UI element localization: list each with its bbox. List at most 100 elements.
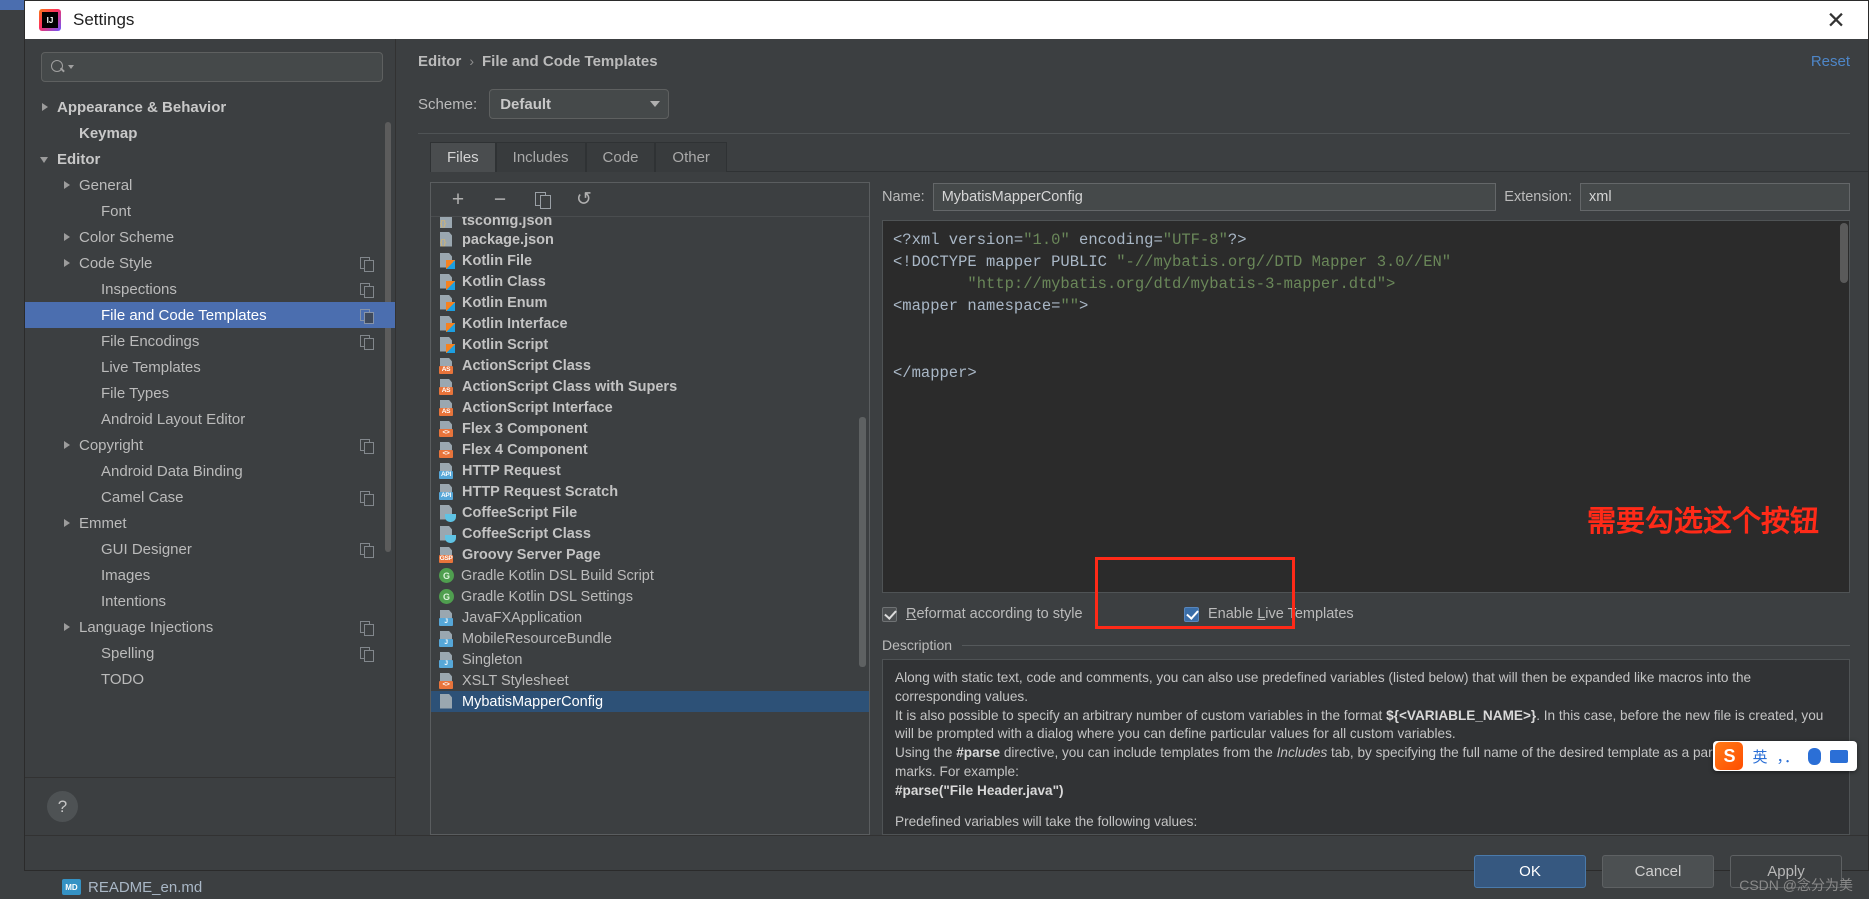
- close-icon[interactable]: ✕: [1814, 2, 1858, 38]
- scheme-selected-value: Default: [500, 95, 552, 113]
- extension-input[interactable]: [1580, 183, 1850, 211]
- sogou-ime-logo-icon: S: [1715, 742, 1744, 770]
- description-paragraph-2: It is also possible to specify an arbitr…: [895, 707, 1837, 745]
- chevron-right-icon[interactable]: [61, 517, 74, 530]
- template-list-item[interactable]: Kotlin Enum: [431, 292, 869, 313]
- sidebar-item-copyright[interactable]: Copyright: [25, 432, 395, 458]
- chevron-right-icon[interactable]: [61, 179, 74, 192]
- template-list-item[interactable]: MybatisMapperConfig: [431, 691, 869, 712]
- search-input[interactable]: [74, 59, 374, 75]
- sidebar-item-label: File Types: [101, 384, 170, 402]
- template-list-item[interactable]: AS ActionScript Class: [431, 355, 869, 376]
- add-template-button[interactable]: +: [447, 188, 469, 211]
- template-list-item[interactable]: Kotlin Interface: [431, 313, 869, 334]
- template-list-item[interactable]: Kotlin Class: [431, 271, 869, 292]
- sidebar-item-emmet[interactable]: Emmet: [25, 510, 395, 536]
- template-list-item[interactable]: AS ActionScript Class with Supers: [431, 376, 869, 397]
- template-list[interactable]: {} tsconfig.json {} package.json Kotlin File…: [431, 217, 869, 834]
- template-list-item[interactable]: Kotlin File: [431, 250, 869, 271]
- tab-files[interactable]: Files: [430, 142, 496, 172]
- template-list-item[interactable]: API HTTP Request Scratch: [431, 481, 869, 502]
- sidebar-item-color-scheme[interactable]: Color Scheme: [25, 224, 395, 250]
- microphone-icon[interactable]: [1808, 747, 1821, 765]
- template-list-item[interactable]: J JavaFXApplication: [431, 607, 869, 628]
- remove-template-button[interactable]: −: [489, 188, 511, 211]
- breadcrumb: Editor › File and Code Templates Reset: [396, 39, 1868, 83]
- template-list-item[interactable]: <> XSLT Stylesheet: [431, 670, 869, 691]
- template-list-item[interactable]: API HTTP Request: [431, 460, 869, 481]
- scheme-row: Scheme: Default: [396, 83, 1868, 125]
- sidebar-item-intentions[interactable]: Intentions: [25, 588, 395, 614]
- tab-label: Includes: [512, 149, 569, 166]
- sidebar-item-font[interactable]: Font: [25, 198, 395, 224]
- sidebar-item-code-style[interactable]: Code Style: [25, 250, 395, 276]
- copy-template-button[interactable]: [531, 189, 553, 211]
- reset-link[interactable]: Reset: [1811, 53, 1850, 70]
- template-list-item[interactable]: CoffeeScript Class: [431, 523, 869, 544]
- code-scrollbar-thumb[interactable]: [1840, 223, 1848, 283]
- template-list-item[interactable]: J Singleton: [431, 649, 869, 670]
- template-list-item[interactable]: {} package.json: [431, 229, 869, 250]
- sidebar-item-language-injections[interactable]: Language Injections: [25, 614, 395, 640]
- sidebar-item-spelling[interactable]: Spelling: [25, 640, 395, 666]
- ok-button[interactable]: OK: [1474, 855, 1586, 888]
- chevron-right-icon[interactable]: [61, 257, 74, 270]
- description-body: Along with static text, code and comment…: [882, 659, 1850, 835]
- keyboard-icon[interactable]: [1830, 749, 1848, 763]
- search-box[interactable]: [41, 52, 383, 82]
- template-list-item[interactable]: GSP Groovy Server Page: [431, 544, 869, 565]
- template-list-item[interactable]: CoffeeScript File: [431, 502, 869, 523]
- revert-template-button[interactable]: ↺: [573, 189, 595, 211]
- help-button[interactable]: ?: [47, 791, 78, 822]
- sidebar-item-general[interactable]: General: [25, 172, 395, 198]
- sidebar-item-appearance-behavior[interactable]: Appearance & Behavior: [25, 94, 395, 120]
- sidebar-item-gui-designer[interactable]: GUI Designer: [25, 536, 395, 562]
- chevron-right-icon[interactable]: [61, 439, 74, 452]
- ime-mode-label[interactable]: 英: [1752, 746, 1767, 767]
- template-list-item[interactable]: J MobileResourceBundle: [431, 628, 869, 649]
- template-list-scrollbar-thumb[interactable]: [859, 417, 866, 667]
- ime-toolbar[interactable]: S 英 ，．: [1713, 741, 1857, 771]
- template-list-item[interactable]: {} tsconfig.json: [431, 217, 869, 229]
- sidebar-item-file-encodings[interactable]: File Encodings: [25, 328, 395, 354]
- chevron-right-icon[interactable]: [61, 231, 74, 244]
- sidebar-item-todo[interactable]: TODO: [25, 666, 395, 692]
- sidebar-item-android-layout-editor[interactable]: Android Layout Editor: [25, 406, 395, 432]
- cancel-button[interactable]: Cancel: [1602, 855, 1714, 888]
- chevron-right-icon[interactable]: [39, 101, 52, 114]
- template-item-label: ActionScript Class: [462, 357, 591, 374]
- settings-tree[interactable]: Appearance & Behavior Keymap Editor General…: [25, 92, 395, 777]
- tab-includes[interactable]: Includes: [495, 142, 586, 172]
- description-paragraph-3: Using the #parse directive, you can incl…: [895, 744, 1837, 782]
- sidebar-item-file-and-code-templates[interactable]: File and Code Templates: [25, 302, 395, 328]
- ime-punctuation-label[interactable]: ，．: [1776, 746, 1799, 767]
- chevron-down-icon[interactable]: [39, 153, 52, 166]
- chevron-right-icon[interactable]: [61, 621, 74, 634]
- sidebar-item-keymap[interactable]: Keymap: [25, 120, 395, 146]
- tab-other[interactable]: Other: [655, 142, 727, 172]
- sidebar-item-android-data-binding[interactable]: Android Data Binding: [25, 458, 395, 484]
- template-list-item[interactable]: AS ActionScript Interface: [431, 397, 869, 418]
- sidebar-item-camel-case[interactable]: Camel Case: [25, 484, 395, 510]
- template-code-editor[interactable]: <?xml version="1.0" encoding="UTF-8"?> <…: [882, 220, 1850, 593]
- sidebar-item-file-types[interactable]: File Types: [25, 380, 395, 406]
- sidebar-item-inspections[interactable]: Inspections: [25, 276, 395, 302]
- sidebar-search-wrap: [25, 39, 395, 92]
- name-input[interactable]: [932, 183, 1497, 211]
- template-list-item[interactable]: Kotlin Script: [431, 334, 869, 355]
- template-list-item[interactable]: G Gradle Kotlin DSL Build Script: [431, 565, 869, 586]
- scheme-select[interactable]: Default: [489, 89, 670, 119]
- code-scrollbar[interactable]: [1839, 221, 1849, 592]
- sidebar-item-images[interactable]: Images: [25, 562, 395, 588]
- template-list-item[interactable]: <> Flex 3 Component: [431, 418, 869, 439]
- checkbox-box[interactable]: [882, 606, 897, 622]
- sidebar-item-live-templates[interactable]: Live Templates: [25, 354, 395, 380]
- template-list-item[interactable]: <> Flex 4 Component: [431, 439, 869, 460]
- tab-code[interactable]: Code: [585, 142, 656, 172]
- sidebar-item-editor[interactable]: Editor: [25, 146, 395, 172]
- template-list-item[interactable]: G Gradle Kotlin DSL Settings: [431, 586, 869, 607]
- reformat-according-to-style-checkbox[interactable]: Reformat according to style: [882, 606, 1127, 622]
- java-file-icon: J: [439, 630, 455, 647]
- breadcrumb-item-editor[interactable]: Editor: [418, 53, 461, 70]
